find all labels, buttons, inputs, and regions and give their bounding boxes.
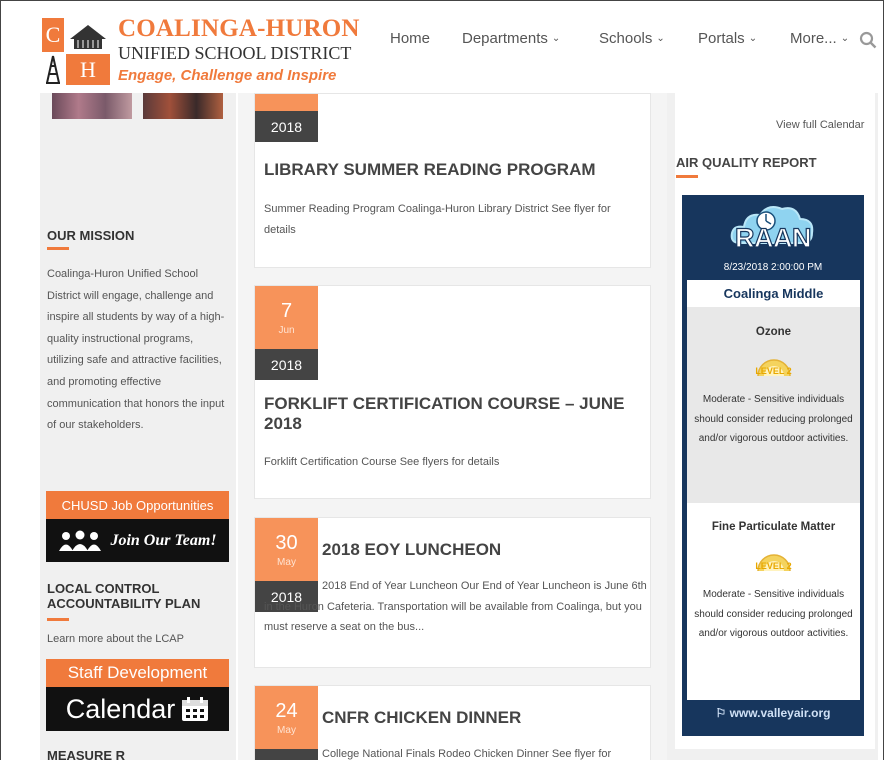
raan-datetime: 8/23/2018 2:00:00 PM xyxy=(723,262,823,273)
school-building-icon xyxy=(66,18,110,52)
date-month: May xyxy=(277,724,296,736)
brand-name[interactable]: COALINGA-HURON xyxy=(118,15,360,43)
calendar-icon xyxy=(182,697,209,721)
heading-underline xyxy=(47,247,69,250)
event-card[interactable]: 7 Jun 2018 FORKLIFT CERTIFICATION COURSE … xyxy=(254,285,651,499)
nav-label: Portals xyxy=(698,30,745,47)
nav-home[interactable]: Home xyxy=(390,30,430,47)
event-excerpt: Forklift Certification Course See flyers… xyxy=(264,456,500,468)
pollutant-name: Ozone xyxy=(755,326,792,338)
event-title[interactable]: FORKLIFT CERTIFICATION COURSE – JUNE 201… xyxy=(264,394,634,434)
event-excerpt: Summer Reading Program Coalinga-Huron Li… xyxy=(264,203,611,236)
pollutant-pm: Fine Particulate Matter LEVEL 2 Moderate… xyxy=(687,503,860,700)
nav-more[interactable]: More... ⌄ xyxy=(790,30,849,47)
air-quality-heading: AIR QUALITY REPORT xyxy=(676,155,817,170)
valleyair-link-text: www.valleyair.org xyxy=(729,706,831,720)
pollutant-name: Fine Particulate Matter xyxy=(711,521,836,533)
measure-r-heading: MEASURE R xyxy=(47,748,126,760)
site-header: C H COALINGA-HURON UNIFIED SCHOOL DISTRI… xyxy=(1,1,883,93)
lcap-heading: LOCAL CONTROL ACCOUNTABILITY PLAN xyxy=(47,581,201,611)
event-title[interactable]: 2018 EOY LUNCHEON xyxy=(322,540,642,560)
nav-portals[interactable]: Portals ⌄ xyxy=(698,30,757,47)
date-day: 30 xyxy=(275,531,298,554)
date-day-box xyxy=(255,94,318,111)
date-day-box: 30 May xyxy=(255,518,318,581)
jobs-banner-title: CHUSD Job Opportunities xyxy=(46,491,229,519)
nav-label: Departments xyxy=(462,30,548,47)
raan-logo-text: RAAN xyxy=(734,222,812,253)
chevron-down-icon: ⌄ xyxy=(840,33,850,44)
tagline: Engage, Challenge and Inspire xyxy=(118,67,337,84)
event-date: 7 Jun 2018 xyxy=(255,286,318,380)
raan-location: Coalinga Middle xyxy=(687,280,860,307)
event-card[interactable]: 2018 LIBRARY SUMMER READING PROGRAM Summ… xyxy=(254,93,651,268)
heading-underline xyxy=(676,175,698,178)
nav-schools[interactable]: Schools ⌄ xyxy=(599,30,665,47)
staff-development-calendar-banner[interactable]: Staff Development Calendar xyxy=(46,659,229,731)
search-icon[interactable] xyxy=(859,31,877,49)
level-2-gauge-icon: LEVEL 2 xyxy=(750,547,798,577)
calendar-label: Calendar xyxy=(65,693,176,724)
event-title[interactable]: LIBRARY SUMMER READING PROGRAM xyxy=(264,160,644,180)
oil-derrick-icon xyxy=(42,54,64,85)
event-date: 24 May 2018 xyxy=(255,686,318,760)
mission-heading: OUR MISSION xyxy=(47,228,135,243)
brand-subtitle: UNIFIED SCHOOL DISTRICT xyxy=(118,43,352,63)
staff-banner-title: Staff Development xyxy=(46,659,229,687)
date-day-box: 24 May xyxy=(255,686,318,749)
logo-letter-h: H xyxy=(66,54,110,85)
join-our-team-text: Join Our Team! xyxy=(110,531,217,549)
level-label: LEVEL 2 xyxy=(755,561,792,571)
nav-departments[interactable]: Departments ⌄ xyxy=(462,30,560,47)
chevron-down-icon: ⌄ xyxy=(748,33,758,44)
pollutant-ozone: Ozone LEVEL 2 Moderate - Sensitive indiv… xyxy=(687,307,860,503)
view-full-calendar-link[interactable]: View full Calendar xyxy=(776,119,864,131)
people-group-icon xyxy=(59,530,102,551)
valleyair-link[interactable]: ⚐ www.valleyair.org xyxy=(682,706,864,720)
photo-thumbnail[interactable] xyxy=(143,93,223,119)
event-excerpt: 2018 End of Year Luncheon Our End of Yea… xyxy=(264,580,647,633)
chevron-down-icon: ⌄ xyxy=(551,33,561,44)
date-month: Jun xyxy=(278,324,295,336)
event-card[interactable]: 24 May 2018 CNFR CHICKEN DINNER College N… xyxy=(254,685,651,760)
mission-text: Coalinga-Huron Unified School District w… xyxy=(47,268,225,432)
date-year: 2018 xyxy=(255,349,318,380)
jobs-banner-bottom: Join Our Team! xyxy=(46,519,229,562)
event-title[interactable]: CNFR CHICKEN DINNER xyxy=(322,708,642,728)
date-year: 2018 xyxy=(255,111,318,142)
level-label: LEVEL 2 xyxy=(755,366,792,376)
date-year: 2018 xyxy=(255,749,318,760)
event-excerpt: College National Finals Rodeo Chicken Di… xyxy=(322,748,612,760)
date-month: May xyxy=(277,556,296,568)
photo-thumbnail[interactable] xyxy=(52,93,132,119)
lcap-link[interactable]: Learn more about the LCAP xyxy=(47,633,184,645)
level-2-gauge-icon: LEVEL 2 xyxy=(750,352,798,382)
nav-label: Schools xyxy=(599,30,653,47)
chevron-down-icon: ⌄ xyxy=(656,33,665,44)
pollutant-description: Moderate - Sensitive individuals should … xyxy=(694,589,853,639)
date-day: 24 xyxy=(275,699,298,722)
date-day-box: 7 Jun xyxy=(255,286,318,349)
event-card[interactable]: 30 May 2018 2018 EOY LUNCHEON 2018 End of… xyxy=(254,517,651,668)
date-day: 7 xyxy=(280,299,293,322)
logo-letter-c: C xyxy=(42,18,64,52)
nav-label: Home xyxy=(390,30,431,47)
event-date: 2018 xyxy=(255,94,318,142)
heading-underline xyxy=(47,618,69,621)
job-opportunities-banner[interactable]: CHUSD Job Opportunities Join Our Team! xyxy=(46,491,229,562)
flag-icon: ⚐ xyxy=(715,706,727,720)
district-logo[interactable]: C H xyxy=(42,18,110,85)
pollutant-description: Moderate - Sensitive individuals should … xyxy=(694,394,853,444)
staff-banner-bottom: Calendar xyxy=(46,687,229,731)
nav-label: More... xyxy=(790,30,837,47)
page-frame: C H COALINGA-HURON UNIFIED SCHOOL DISTRI… xyxy=(0,0,884,760)
